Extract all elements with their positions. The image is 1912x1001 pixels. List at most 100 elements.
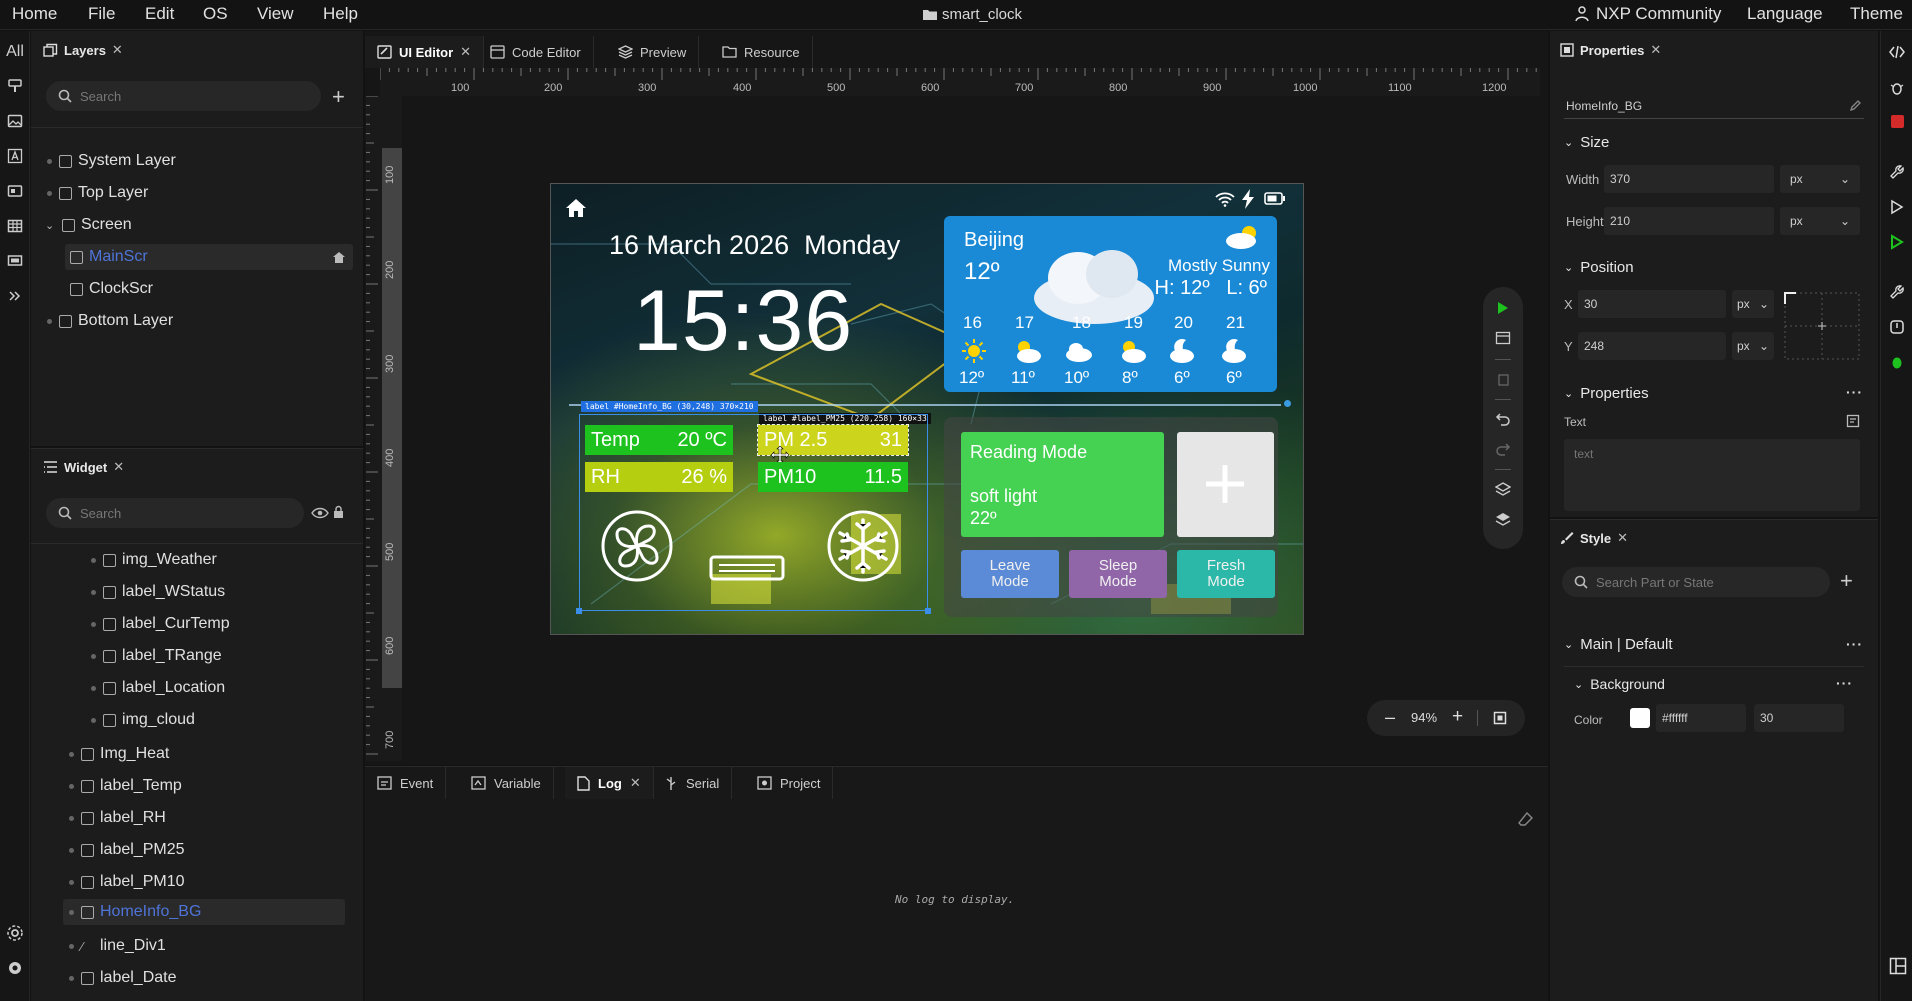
expand-editor-icon[interactable] [1846, 414, 1860, 428]
widget-img-heat[interactable]: Img_Heat [69, 741, 169, 767]
wrench-icon[interactable] [1889, 284, 1905, 300]
width-unit-select[interactable]: px ⌄ [1780, 165, 1860, 193]
all-widgets-button[interactable]: All [4, 41, 26, 63]
tab-log[interactable]: Log ✕ [565, 767, 654, 799]
x-input[interactable]: 30 [1578, 290, 1726, 318]
add-mode-button[interactable] [1177, 432, 1274, 537]
position-section-header[interactable]: ⌄ Position [1564, 259, 1634, 276]
height-input[interactable]: 210 [1604, 207, 1774, 235]
widget-label-location[interactable]: label_Location [91, 675, 225, 701]
close-icon[interactable]: ✕ [113, 459, 124, 475]
close-icon[interactable]: ✕ [112, 42, 123, 58]
menu-home[interactable]: Home [12, 4, 57, 24]
reading-mode-tile[interactable]: Reading Mode soft light 22º [961, 432, 1164, 537]
code-icon[interactable] [1889, 44, 1905, 60]
label-rh[interactable]: RH 26 % [585, 462, 733, 492]
color-swatch[interactable] [1630, 708, 1650, 728]
widget-label-rh[interactable]: label_RH [69, 805, 166, 831]
handle[interactable] [1284, 400, 1291, 407]
more-options-icon[interactable]: ··· [1846, 384, 1863, 400]
leave-mode-button[interactable]: Leave Mode [961, 550, 1059, 598]
more-options-icon[interactable]: ··· [1846, 636, 1863, 652]
widget-label-temp[interactable]: label_Temp [69, 773, 182, 799]
menu-edit[interactable]: Edit [145, 4, 174, 24]
main-default-header[interactable]: ⌄ Main | Default [1564, 636, 1673, 653]
wrench-icon[interactable] [1889, 164, 1905, 180]
layer-down-icon[interactable] [1495, 511, 1511, 527]
flash-icon[interactable] [1889, 319, 1905, 335]
x-unit-select[interactable]: px ⌄ [1732, 290, 1774, 318]
edit-icon[interactable] [1849, 99, 1862, 112]
lock-icon[interactable] [333, 505, 344, 519]
style-search-input[interactable] [1596, 574, 1796, 590]
background-header[interactable]: ⌄ Background [1574, 676, 1665, 692]
tab-variable[interactable]: Variable [459, 767, 554, 799]
alignment-grid[interactable] [1784, 292, 1860, 360]
expand-icon[interactable] [4, 285, 26, 307]
menu-theme[interactable]: Theme [1850, 4, 1903, 24]
label-pm10[interactable]: PM10 11.5 [758, 462, 908, 492]
menu-view[interactable]: View [257, 4, 294, 24]
tab-ui-editor[interactable]: UI Editor ✕ [365, 36, 485, 68]
tab-resource[interactable]: Resource [710, 36, 813, 68]
card-icon[interactable] [4, 180, 26, 202]
layer-clockscr[interactable]: ClockScr [70, 276, 350, 302]
run-icon[interactable] [1889, 234, 1905, 250]
screen-icon[interactable] [1495, 330, 1511, 346]
tab-preview[interactable]: Preview [606, 36, 700, 68]
handle[interactable] [925, 608, 931, 614]
size-section-header[interactable]: ⌄ Size [1564, 134, 1609, 151]
screen-icon[interactable] [4, 250, 26, 272]
close-icon[interactable]: ✕ [1617, 530, 1628, 546]
menu-os[interactable]: OS [203, 4, 228, 24]
widget-line-div1[interactable]: ⁄ line_Div1 [69, 933, 166, 959]
menu-help[interactable]: Help [323, 4, 358, 24]
zoom-out-button[interactable]: – [1385, 707, 1395, 728]
brush-icon[interactable] [4, 75, 26, 97]
redo-icon[interactable] [1495, 441, 1511, 457]
height-unit-select[interactable]: px ⌄ [1780, 207, 1860, 235]
image-icon[interactable] [4, 110, 26, 132]
fresh-mode-button[interactable]: Fresh Mode [1177, 550, 1275, 598]
layer-up-icon[interactable] [1495, 481, 1511, 497]
layout-icon[interactable] [1889, 957, 1907, 975]
close-icon[interactable]: ✕ [1650, 42, 1661, 58]
color-input[interactable]: #ffffff [1656, 704, 1746, 732]
home-icon[interactable] [565, 198, 587, 218]
stop-icon[interactable] [1891, 115, 1904, 128]
y-unit-select[interactable]: px ⌄ [1732, 332, 1774, 360]
settings-icon[interactable] [4, 922, 26, 944]
tab-serial[interactable]: Serial [652, 767, 733, 799]
tab-project[interactable]: Project [745, 767, 834, 799]
menu-language[interactable]: Language [1747, 4, 1823, 24]
device-screen[interactable]: 16 March 2026 Monday 15:36 Beijing 12º M… [550, 183, 1304, 635]
text-icon[interactable] [4, 145, 26, 167]
nxp-community-link[interactable]: NXP Community [1574, 4, 1721, 24]
more-options-icon[interactable]: ··· [1836, 675, 1853, 691]
widget-label-date[interactable]: label_Date [69, 965, 177, 991]
y-input[interactable]: 248 [1578, 332, 1726, 360]
tab-code-editor[interactable]: Code Editor [478, 36, 594, 68]
layer-system[interactable]: System Layer [47, 148, 347, 174]
properties-section-header[interactable]: ⌄ Properties [1564, 385, 1649, 402]
widget-label-curtemp[interactable]: label_CurTemp [91, 611, 230, 637]
tab-layers[interactable]: Layers ✕ [43, 42, 123, 58]
snowflake-icon[interactable] [825, 508, 901, 584]
eye-icon[interactable] [311, 507, 329, 519]
bug-icon[interactable] [1889, 80, 1905, 96]
play-outline-icon[interactable] [1889, 199, 1905, 215]
tab-style[interactable]: Style ✕ [1560, 530, 1628, 546]
widget-label-pm10[interactable]: label_PM10 [69, 869, 185, 895]
run-icon[interactable] [1495, 300, 1511, 316]
widget-search-input[interactable] [80, 505, 280, 521]
layers-search-input[interactable] [80, 88, 280, 104]
widget-label-wstatus[interactable]: label_WStatus [91, 579, 225, 605]
width-input[interactable]: 370 [1604, 165, 1774, 193]
opacity-input[interactable]: 30 [1754, 704, 1844, 732]
undo-icon[interactable] [1495, 411, 1511, 427]
bug-run-icon[interactable] [1889, 354, 1905, 370]
close-icon[interactable]: ✕ [630, 775, 641, 791]
label-temp[interactable]: Temp 20 ºC [585, 425, 733, 455]
widget-name-field[interactable]: HomeInfo_BG [1564, 91, 1864, 119]
eraser-icon[interactable] [1518, 812, 1533, 827]
